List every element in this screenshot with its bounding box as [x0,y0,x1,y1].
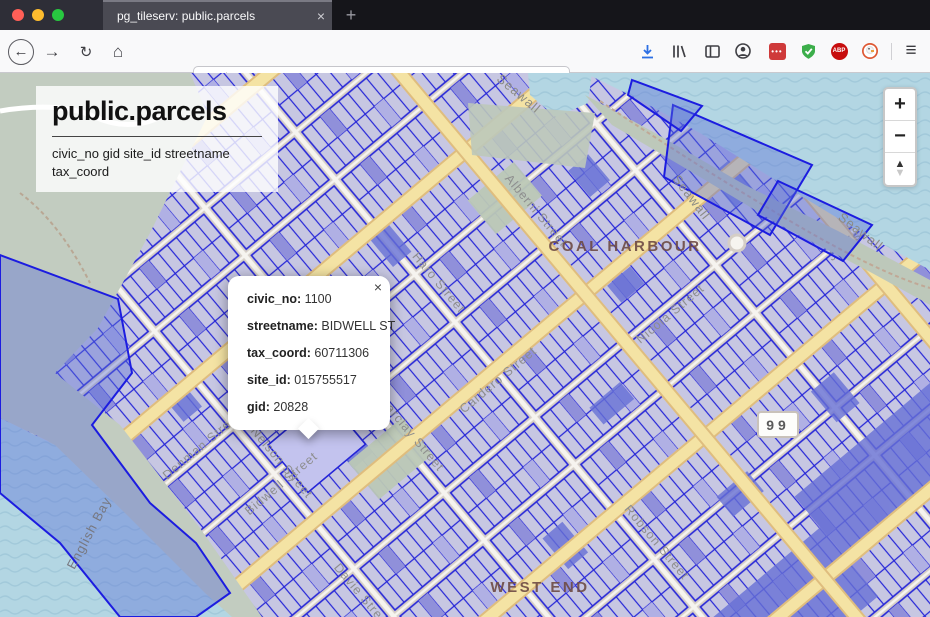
browser-tab[interactable]: pg_tileserv: public.parcels × [103,0,332,30]
new-tab-button[interactable]: + [338,2,364,28]
page-title: public.parcels [52,96,262,127]
download-icon[interactable] [634,38,660,64]
fullscreen-window-button[interactable] [52,9,64,21]
tab-close-icon[interactable]: × [310,8,332,24]
menu-icon[interactable]: ≡ [898,38,924,64]
minimize-window-button[interactable] [32,9,44,21]
toolbar-separator [891,43,892,60]
zoom-control: + − ▲ ▼ [883,87,917,187]
forward-button[interactable]: → [38,30,66,73]
feature-popup: × civic_no: 1100 streetname: BIDWELL ST … [228,276,390,430]
layer-columns: civic_no gid site_id streetname tax_coor… [52,145,252,180]
tab-title: pg_tileserv: public.parcels [117,9,310,23]
roundabout [729,235,745,251]
close-window-button[interactable] [12,9,24,21]
map-container[interactable]: Denman Street Bidwell Street Cardero Str… [0,73,930,617]
svg-text:99: 99 [766,417,790,433]
popup-field: streetname: BIDWELL ST [247,318,371,335]
reload-button[interactable]: ↻ [72,30,100,73]
sidebar-icon[interactable] [699,38,725,64]
home-button[interactable]: ⌂ [104,30,132,73]
highway-99-shield: 99 [758,412,798,437]
layer-title-card: public.parcels civic_no gid site_id stre… [36,86,278,192]
map-label-west-end: WEST END [490,579,589,596]
arrow-down-icon: ▼ [895,169,906,178]
account-icon[interactable] [730,38,756,64]
back-button[interactable]: ← [6,30,36,73]
map-label-coal-harbour: COAL HARBOUR [548,238,701,255]
adguard-shield-icon[interactable] [795,38,821,64]
back-icon: ← [8,39,34,65]
popup-field: gid: 20828 [247,399,371,416]
nav-toolbar: ← → ↻ ⌂ i localhost:7800/public.parcels.… [0,30,930,73]
zoom-extent-button[interactable]: ▲ ▼ [885,153,915,185]
duckduckgo-icon[interactable] [857,38,883,64]
zoom-out-button[interactable]: − [885,121,915,153]
abp-icon[interactable]: ABP [826,38,852,64]
popup-field: civic_no: 1100 [247,291,371,308]
zoom-in-button[interactable]: + [885,89,915,121]
title-divider [52,136,262,137]
extension-red-icon[interactable]: ••• [764,38,790,64]
traffic-lights [0,0,103,30]
popup-close-icon[interactable]: × [374,280,382,294]
library-icon[interactable] [666,38,692,64]
browser-window: { "browser": { "tab_title": "pg_tileserv… [0,0,930,617]
popup-field: tax_coord: 60711306 [247,345,371,362]
popup-field: site_id: 015755517 [247,372,371,389]
titlebar: pg_tileserv: public.parcels × + [0,0,930,30]
